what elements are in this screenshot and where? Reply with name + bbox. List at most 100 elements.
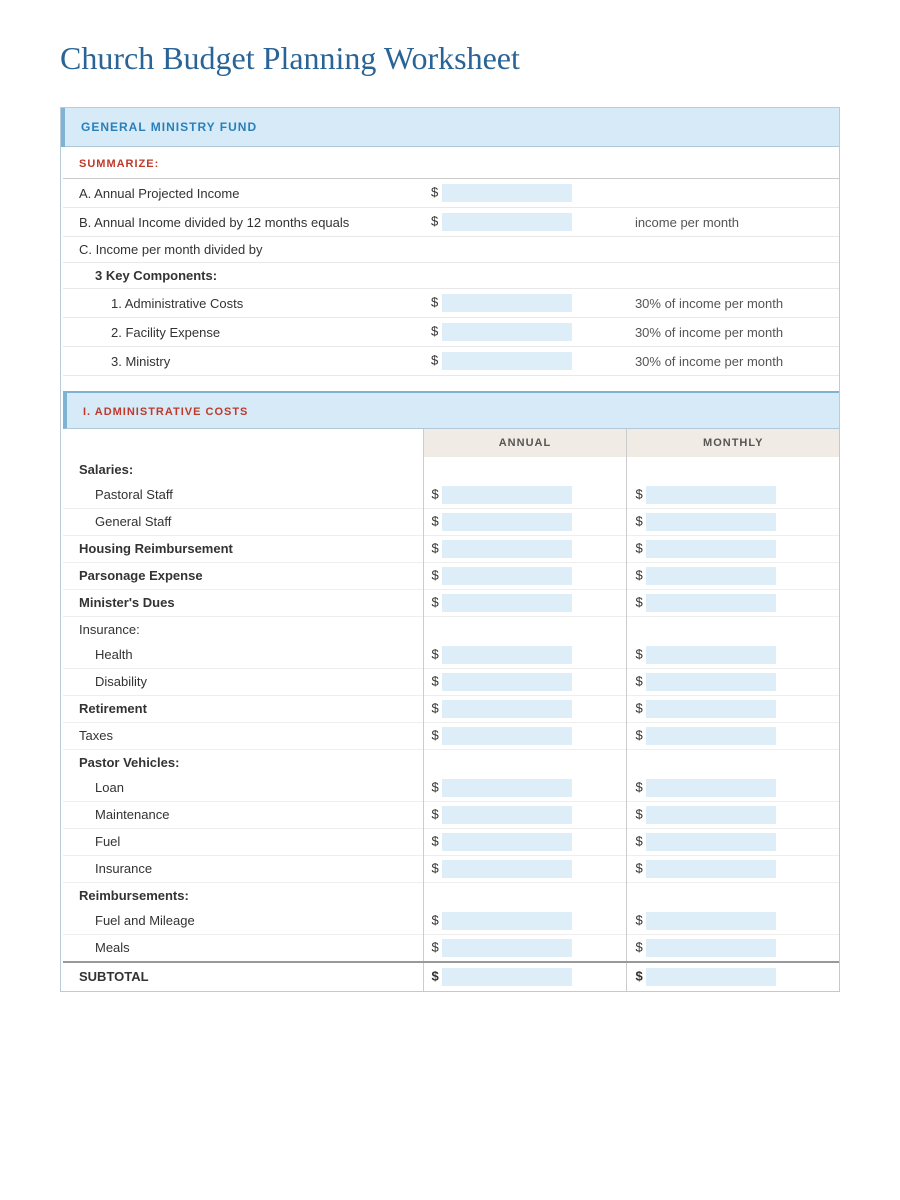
disability-annual: $ [423,668,627,695]
maintenance-annual: $ [423,801,627,828]
ministry-input[interactable] [442,352,572,370]
row-b-value: $ [423,208,627,237]
fuel-mileage-annual: $ [423,908,627,935]
subtotal-annual-input[interactable] [442,968,572,986]
retirement-annual-input[interactable] [442,700,572,718]
key-ministry-note: 30% of income per month [627,347,839,376]
key-facility-note: 30% of income per month [627,318,839,347]
retirement-label: Retirement [63,695,423,722]
annual-projected-income-input[interactable] [442,184,572,202]
row-b-note: income per month [627,208,839,237]
loan-annual-input[interactable] [442,779,572,797]
taxes-monthly-input[interactable] [646,727,776,745]
annual-divided-input[interactable] [442,213,572,231]
fuel-mileage-monthly-input[interactable] [646,912,776,930]
ministers-dues-annual-input[interactable] [442,594,572,612]
key-ministry-value: $ [423,347,627,376]
subtotal-label: SUBTOTAL [63,962,423,991]
insurance-vehicle-monthly: $ [627,855,839,882]
key-facility-label: 2. Facility Expense [63,318,423,347]
parsonage-monthly-input[interactable] [646,567,776,585]
maintenance-monthly-input[interactable] [646,806,776,824]
fuel-mileage-monthly: $ [627,908,839,935]
pastor-vehicles-label: Pastor Vehicles: [63,749,423,775]
disability-monthly-input[interactable] [646,673,776,691]
parsonage-annual-input[interactable] [442,567,572,585]
housing-monthly-input[interactable] [646,540,776,558]
health-annual: $ [423,642,627,669]
taxes-annual: $ [423,722,627,749]
general-staff-annual: $ [423,508,627,535]
col-monthly-header: MONTHLY [627,429,839,457]
salaries-label: Salaries: [63,457,423,482]
loan-monthly-input[interactable] [646,779,776,797]
key-facility-value: $ [423,318,627,347]
general-staff-label: General Staff [63,508,423,535]
disability-label: Disability [63,668,423,695]
insurance-vehicle-monthly-input[interactable] [646,860,776,878]
col-annual-header: ANNUAL [423,429,627,457]
insurance-vehicle-label: Insurance [63,855,423,882]
parsonage-monthly: $ [627,562,839,589]
facility-expense-input[interactable] [442,323,572,341]
retirement-annual: $ [423,695,627,722]
loan-monthly: $ [627,775,839,802]
row-c-label: C. Income per month divided by [63,237,423,263]
admin-costs-input[interactable] [442,294,572,312]
maintenance-label: Maintenance [63,801,423,828]
worksheet-container: GENERAL MINISTRY FUND SUMMARIZE: A. Annu… [60,107,840,992]
key-ministry-label: 3. Ministry [63,347,423,376]
admin-costs-header: I. ADMINISTRATIVE COSTS [83,406,248,418]
housing-monthly: $ [627,535,839,562]
health-monthly: $ [627,642,839,669]
fuel-mileage-label: Fuel and Mileage [63,908,423,935]
health-annual-input[interactable] [442,646,572,664]
insurance-vehicle-annual-input[interactable] [442,860,572,878]
loan-label: Loan [63,775,423,802]
disability-monthly: $ [627,668,839,695]
general-staff-annual-input[interactable] [442,513,572,531]
fuel-monthly-input[interactable] [646,833,776,851]
maintenance-annual-input[interactable] [442,806,572,824]
taxes-label: Taxes [63,722,423,749]
disability-annual-input[interactable] [442,673,572,691]
row-a-label: A. Annual Projected Income [63,179,423,208]
meals-monthly-input[interactable] [646,939,776,957]
housing-annual: $ [423,535,627,562]
reimbursements-label: Reimbursements: [63,882,423,908]
ministers-dues-annual: $ [423,589,627,616]
insurance-label: Insurance: [63,616,423,642]
general-ministry-header: GENERAL MINISTRY FUND [63,108,839,147]
subtotal-monthly: $ [627,962,839,991]
key-admin-value: $ [423,289,627,318]
pastoral-annual-input[interactable] [442,486,572,504]
retirement-monthly: $ [627,695,839,722]
key-admin-label: 1. Administrative Costs [63,289,423,318]
taxes-annual-input[interactable] [442,727,572,745]
key-components-title: 3 Key Components: [63,263,423,289]
ministers-dues-monthly-input[interactable] [646,594,776,612]
subtotal-monthly-input[interactable] [646,968,776,986]
row-a-value: $ [423,179,627,208]
ministers-dues-monthly: $ [627,589,839,616]
ministers-dues-label: Minister's Dues [63,589,423,616]
retirement-monthly-input[interactable] [646,700,776,718]
general-staff-monthly-input[interactable] [646,513,776,531]
housing-annual-input[interactable] [442,540,572,558]
summarize-label: SUMMARIZE: [79,158,159,170]
fuel-annual: $ [423,828,627,855]
fuel-monthly: $ [627,828,839,855]
pastoral-monthly-input[interactable] [646,486,776,504]
meals-annual-input[interactable] [442,939,572,957]
page-title: Church Budget Planning Worksheet [60,40,840,77]
meals-label: Meals [63,934,423,962]
taxes-monthly: $ [627,722,839,749]
pastoral-annual: $ [423,482,627,509]
fuel-mileage-annual-input[interactable] [442,912,572,930]
health-monthly-input[interactable] [646,646,776,664]
pastoral-staff-label: Pastoral Staff [63,482,423,509]
fuel-label: Fuel [63,828,423,855]
fuel-annual-input[interactable] [442,833,572,851]
key-admin-note: 30% of income per month [627,289,839,318]
loan-annual: $ [423,775,627,802]
